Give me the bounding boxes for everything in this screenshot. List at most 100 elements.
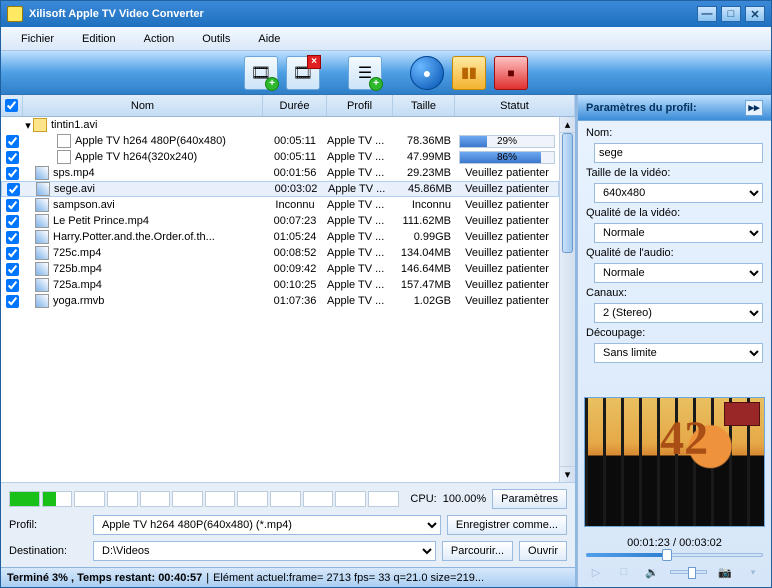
scroll-thumb[interactable] (562, 133, 573, 253)
status-current: Elément actuel:frame= 2713 fps= 33 q=21.… (213, 572, 484, 584)
seek-slider[interactable] (586, 553, 763, 557)
file-name: Harry.Potter.and.the.Order.of.th... (53, 231, 215, 243)
play-button[interactable]: ▷ (586, 563, 606, 581)
col-check[interactable] (1, 95, 23, 116)
file-status: 29% (455, 135, 559, 148)
row-checkbox[interactable] (6, 135, 19, 148)
col-size[interactable]: Taille (393, 95, 455, 116)
row-checkbox[interactable] (6, 279, 19, 292)
file-row[interactable]: Harry.Potter.and.the.Order.of.th...01:05… (1, 229, 559, 245)
file-duration: 00:05:11 (263, 135, 327, 147)
row-checkbox[interactable] (6, 295, 19, 308)
file-row[interactable]: sampson.aviInconnuApple TV ...InconnuVeu… (1, 197, 559, 213)
overall-progress (9, 491, 398, 507)
expand-panel-button[interactable]: ▸▸ (745, 100, 763, 116)
file-row[interactable]: yoga.rmvb01:07:36Apple TV ...1.02GBVeuil… (1, 293, 559, 309)
volume-slider[interactable] (670, 570, 707, 574)
stop-button[interactable]: ■ (494, 56, 528, 90)
scroll-up-icon[interactable]: ▴ (560, 117, 575, 133)
row-checkbox[interactable] (6, 231, 19, 244)
titlebar[interactable]: Xilisoft Apple TV Video Converter — □ ✕ (1, 1, 771, 27)
folder-row[interactable]: ▾ tintin1.avi (1, 117, 559, 133)
file-row[interactable]: Apple TV h264 480P(640x480)00:05:11Apple… (1, 133, 559, 149)
add-profile-button[interactable]: ☰+ (348, 56, 382, 90)
file-row[interactable]: 725c.mp400:08:52Apple TV ...134.04MBVeui… (1, 245, 559, 261)
aqual-select[interactable]: Normale (594, 263, 763, 283)
trim-select[interactable]: Sans limite (594, 343, 763, 363)
volume-icon[interactable]: 🔉 (642, 563, 662, 581)
close-button[interactable]: ✕ (745, 6, 765, 22)
file-row[interactable]: 725b.mp400:09:42Apple TV ...146.64MBVeui… (1, 261, 559, 277)
row-checkbox[interactable] (6, 151, 19, 164)
panel-header: Paramètres du profil: ▸▸ (578, 95, 771, 121)
add-file-button[interactable]: 🎞+ (244, 56, 278, 90)
open-button[interactable]: Ouvrir (519, 541, 567, 561)
folder-name: tintin1.avi (51, 119, 97, 131)
player-stop-button[interactable]: □ (614, 563, 634, 581)
file-duration: 00:03:02 (264, 183, 328, 195)
bottom-panel: CPU:100.00% Paramètres Profil: Apple TV … (1, 482, 575, 567)
snapshot-button[interactable]: 📷 (715, 563, 735, 581)
file-row[interactable]: Apple TV h264(320x240)00:05:11Apple TV .… (1, 149, 559, 165)
row-checkbox[interactable] (6, 199, 19, 212)
name-field[interactable] (594, 143, 763, 163)
vqual-select[interactable]: Normale (594, 223, 763, 243)
file-list[interactable]: ▾ tintin1.avi Apple TV h264 480P(640x480)… (1, 117, 559, 482)
chevron-down-icon[interactable]: ▾ (23, 119, 33, 132)
check-all[interactable] (5, 99, 18, 112)
destination-select[interactable]: D:\Videos (93, 541, 436, 561)
menu-help[interactable]: Aide (244, 27, 294, 50)
file-profile: Apple TV ... (327, 279, 393, 291)
menu-action[interactable]: Action (130, 27, 189, 50)
scroll-down-icon[interactable]: ▾ (560, 466, 575, 482)
file-row[interactable]: sege.avi00:03:02Apple TV ...45.86MBVeuil… (1, 181, 559, 197)
col-status[interactable]: Statut (455, 95, 575, 116)
col-name[interactable]: Nom (23, 95, 263, 116)
video-icon (35, 198, 49, 212)
file-status: Veuillez patienter (455, 231, 559, 243)
menu-edit[interactable]: Edition (68, 27, 130, 50)
snapshot-menu-button[interactable]: ▾ (743, 563, 763, 581)
save-as-button[interactable]: Enregistrer comme... (447, 515, 567, 535)
file-row[interactable]: 725a.mp400:10:25Apple TV ...157.47MBVeui… (1, 277, 559, 293)
file-profile: Apple TV ... (327, 295, 393, 307)
channels-select[interactable]: 2 (Stereo) (594, 303, 763, 323)
remove-file-button[interactable]: 🎞× (286, 56, 320, 90)
video-icon (35, 214, 49, 228)
menu-file[interactable]: Fichier (7, 27, 68, 50)
pause-button[interactable]: ▮▮ (452, 56, 486, 90)
profile-select[interactable]: Apple TV h264 480P(640x480) (*.mp4) (93, 515, 441, 535)
file-row[interactable]: sps.mp400:01:56Apple TV ...29.23MBVeuill… (1, 165, 559, 181)
row-checkbox[interactable] (6, 263, 19, 276)
file-size: 134.04MB (393, 247, 455, 259)
vscrollbar[interactable]: ▴ ▾ (559, 117, 575, 482)
preview-area[interactable]: 42 (584, 397, 765, 527)
aqual-label: Qualité de l'audio: (586, 247, 763, 259)
vsize-select[interactable]: 640x480 (594, 183, 763, 203)
row-checkbox[interactable] (6, 215, 19, 228)
file-row[interactable]: Le Petit Prince.mp400:07:23Apple TV ...1… (1, 213, 559, 229)
menu-tools[interactable]: Outils (188, 27, 244, 50)
row-checkbox[interactable] (6, 247, 19, 260)
row-checkbox[interactable] (6, 167, 19, 180)
browse-button[interactable]: Parcourir... (442, 541, 513, 561)
video-icon (35, 294, 49, 308)
minimize-button[interactable]: — (697, 6, 717, 22)
maximize-button[interactable]: □ (721, 6, 741, 22)
pause-icon: ▮▮ (461, 64, 476, 81)
col-duration[interactable]: Durée (263, 95, 327, 116)
channels-label: Canaux: (586, 287, 763, 299)
col-profile[interactable]: Profil (327, 95, 393, 116)
cpu-value: 100.00% (443, 493, 486, 505)
properties: Nom: Taille de la vidéo: 640x480 Qualité… (578, 121, 771, 369)
row-checkbox[interactable] (7, 183, 20, 196)
start-button[interactable]: ● (410, 56, 444, 90)
file-size: 47.99MB (393, 151, 455, 163)
file-profile: Apple TV ... (327, 151, 393, 163)
app-icon (7, 6, 23, 22)
file-profile: Apple TV ... (327, 199, 393, 211)
video-icon (35, 278, 49, 292)
record-icon: ● (423, 65, 431, 81)
column-headers: Nom Durée Profil Taille Statut (1, 95, 575, 117)
parameters-button[interactable]: Paramètres (492, 489, 567, 509)
